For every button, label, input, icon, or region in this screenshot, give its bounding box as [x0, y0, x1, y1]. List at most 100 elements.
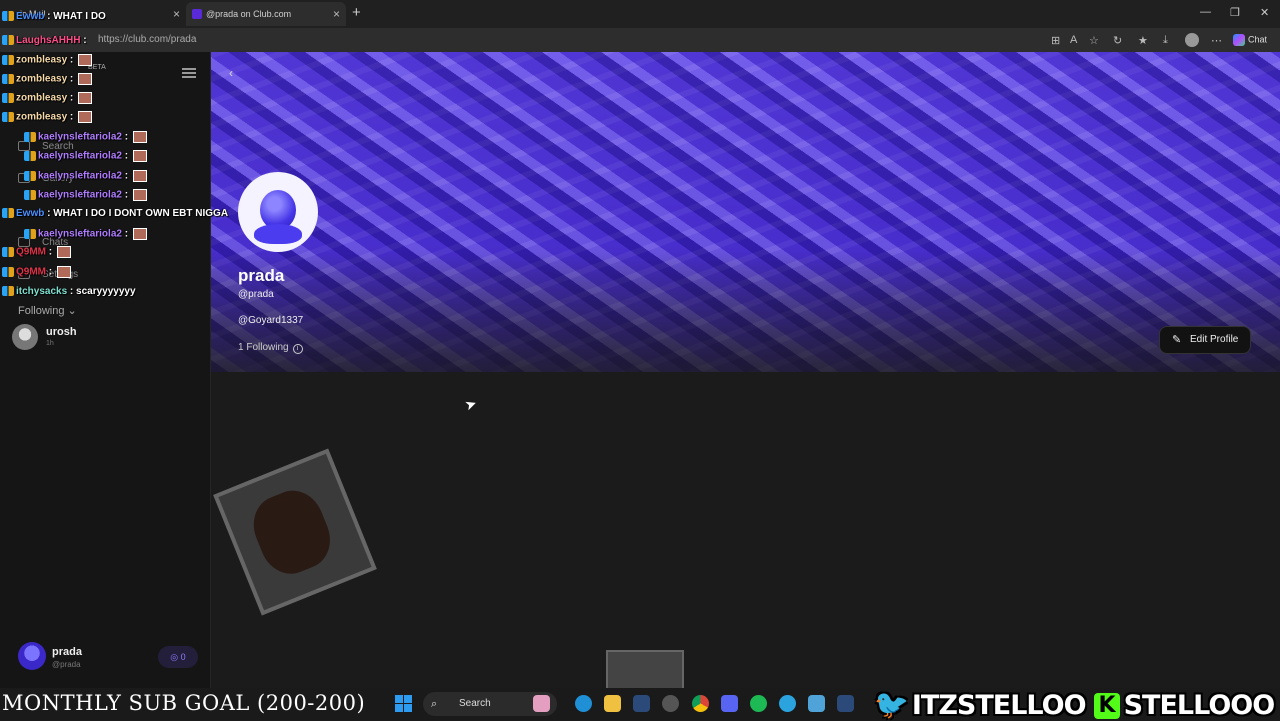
- following-item-urosh[interactable]: urosh 1h: [12, 324, 202, 354]
- more-icon[interactable]: ⋯: [1211, 34, 1222, 47]
- chat-badge-icon: [24, 171, 36, 181]
- tab-club-profile[interactable]: @prada on Club.com ×: [186, 2, 346, 26]
- browser-profile-icon[interactable]: [1185, 33, 1199, 47]
- profile-handle: @prada: [238, 289, 274, 300]
- chat-username: LaughsAHHH: [16, 35, 81, 46]
- following-count-label: 1 Following: [238, 342, 289, 353]
- floating-thumbnail: [606, 650, 684, 690]
- chat-username: Ewwb: [16, 208, 45, 219]
- edge-icon[interactable]: [575, 695, 592, 712]
- site-sidebar: BETA Search Gallery Chats Settings Follo…: [0, 52, 211, 688]
- refresh-icon[interactable]: ↻: [1113, 34, 1122, 47]
- favorites-icon[interactable]: ★: [1138, 34, 1148, 47]
- chat-message: Q9MM :: [2, 246, 71, 262]
- close-icon[interactable]: ×: [173, 2, 180, 26]
- mouse-cursor-icon: ➤: [462, 394, 479, 414]
- telegram-icon[interactable]: [779, 695, 796, 712]
- chat-emote-icon: [132, 228, 147, 240]
- edit-profile-button[interactable]: ✎ Edit Profile: [1159, 326, 1251, 354]
- chat-username: itchysacks: [16, 286, 68, 297]
- chat-message: kaelynsleftariola2 :: [24, 189, 147, 205]
- chat-username: zombleasy: [16, 54, 68, 66]
- browser-tab-bar: ic Mail × @prada on Club.com × + — ❐ ✕: [0, 0, 1280, 28]
- discord-icon[interactable]: [721, 695, 738, 712]
- chat-badge-icon: [24, 190, 36, 200]
- current-user-card[interactable]: prada @prada ◎ 0: [10, 636, 200, 678]
- following-time: 1h: [46, 340, 54, 347]
- read-aloud-icon[interactable]: A: [1070, 34, 1077, 46]
- chat-message: zombleasy :: [2, 73, 93, 89]
- chat-badge-icon: [2, 208, 14, 219]
- chat-emote-icon: [132, 131, 147, 143]
- tab-club-label: @prada on Club.com: [206, 9, 292, 19]
- steam-icon[interactable]: [633, 695, 650, 712]
- chevron-down-icon: ⌄: [67, 305, 77, 317]
- favorite-star-icon[interactable]: ☆: [1089, 34, 1099, 47]
- close-window-icon[interactable]: ✕: [1260, 6, 1269, 19]
- club-favicon-icon: [192, 9, 202, 19]
- chat-username: kaelynsleftariola2: [38, 228, 122, 240]
- chat-message: kaelynsleftariola2 :: [24, 228, 147, 244]
- search-icon: ⌕: [431, 698, 438, 710]
- profile-banner: [211, 52, 1280, 372]
- chat-username: zombleasy: [16, 92, 68, 104]
- chrome-icon[interactable]: [692, 695, 709, 712]
- chat-message: Ewwb : WHAT I DO: [2, 11, 106, 27]
- avatar: [18, 642, 46, 670]
- chat-username: Ewwb: [16, 11, 45, 22]
- chat-emote-icon: [132, 189, 147, 201]
- apps-icon[interactable]: ⊞: [1051, 34, 1060, 47]
- tulips-icon[interactable]: [533, 695, 550, 712]
- explorer-icon[interactable]: [604, 695, 621, 712]
- chat-message: LaughsAHHH :: [2, 35, 87, 51]
- restore-icon[interactable]: ❐: [1230, 6, 1240, 19]
- notepad-icon[interactable]: [808, 695, 825, 712]
- chat-badge-icon: [2, 55, 14, 65]
- chat-message: Ewwb : WHAT I DO I DONT OWN EBT NIGGA: [2, 208, 228, 224]
- chat-username: Q9MM: [16, 266, 46, 278]
- settings-icon[interactable]: [662, 695, 679, 712]
- chevron-left-icon[interactable]: ‹: [229, 66, 233, 80]
- chat-badge-icon: [24, 132, 36, 142]
- avatar: [12, 324, 38, 350]
- sub-goal-text: MONTHLY SUB GOAL (200-200): [2, 691, 366, 715]
- floating-photo: [213, 448, 377, 616]
- chat-badge-icon: [24, 151, 36, 161]
- steam-icon[interactable]: [837, 695, 854, 712]
- chat-badge-icon: [2, 93, 14, 103]
- spotify-icon[interactable]: [750, 695, 767, 712]
- chat-text: scaryyyyyyy: [76, 286, 136, 297]
- copilot-chat-button[interactable]: Chat: [1233, 34, 1267, 46]
- close-icon[interactable]: ×: [333, 2, 340, 26]
- address-bar: https://club.com/prada ⊞ A ☆ ↻ ★ ⤓ ⋯ Cha…: [0, 28, 1280, 52]
- download-icon[interactable]: ⤓: [1163, 34, 1168, 47]
- chat-username: zombleasy: [16, 111, 68, 123]
- chat-badge-icon: [2, 35, 14, 46]
- following-name: urosh: [46, 326, 77, 338]
- profile-avatar[interactable]: [238, 172, 318, 252]
- hamburger-menu-icon[interactable]: [182, 68, 196, 78]
- taskbar-search-label: Search: [459, 698, 491, 709]
- windows-start-icon[interactable]: [395, 695, 412, 712]
- following-count-link[interactable]: 1 Following i: [238, 342, 303, 354]
- chat-badge-icon: [2, 247, 14, 257]
- minimize-icon[interactable]: —: [1200, 6, 1211, 18]
- following-section-toggle[interactable]: Following ⌄: [18, 304, 77, 317]
- following-header: Following: [18, 305, 65, 317]
- url-field[interactable]: https://club.com/prada: [98, 34, 196, 45]
- pencil-icon: ✎: [1172, 334, 1182, 346]
- chat-text: WHAT I DO I DONT OWN EBT NIGGA: [53, 208, 229, 219]
- social-handles: 🐦 ITZSTELLOO K STELLOOO: [874, 688, 1275, 721]
- chat-badge-icon: [2, 286, 14, 297]
- chat-emote-icon: [56, 266, 71, 278]
- coin-balance-badge[interactable]: ◎ 0: [158, 646, 198, 668]
- kick-icon: K: [1093, 693, 1120, 719]
- chat-emote-icon: [56, 246, 71, 258]
- chat-username: zombleasy: [16, 73, 68, 85]
- new-tab-icon[interactable]: +: [352, 4, 361, 21]
- copilot-label: Chat: [1248, 34, 1268, 45]
- twitter-icon: 🐦: [874, 688, 909, 721]
- chat-emote-icon: [78, 111, 93, 123]
- chat-badge-icon: [2, 112, 14, 122]
- chat-message: kaelynsleftariola2 :: [24, 170, 147, 186]
